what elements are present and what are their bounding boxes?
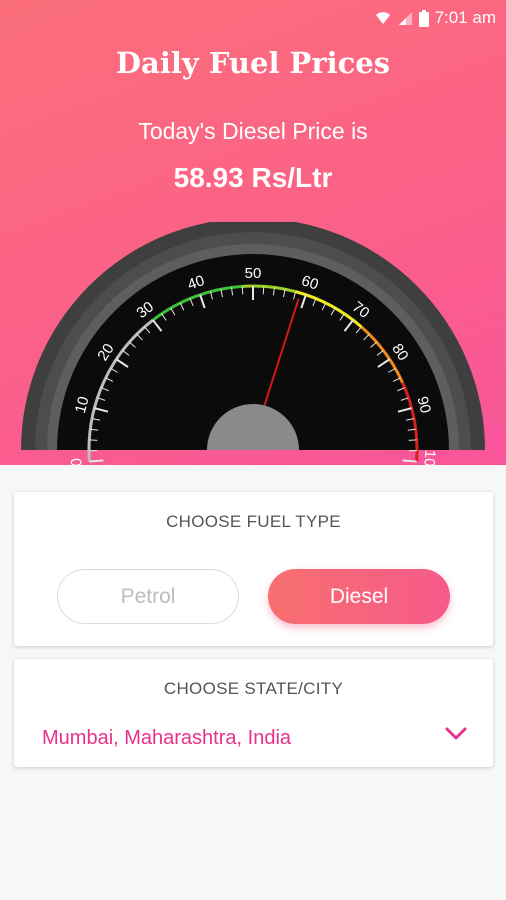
petrol-button[interactable]: Petrol [57,569,239,624]
gauge-tick-label: 100 [420,449,439,465]
chevron-down-icon [445,727,467,740]
fuel-type-title: CHOOSE FUEL TYPE [166,512,341,531]
fuel-type-card: CHOOSE FUEL TYPE Petrol Diesel [14,492,493,646]
gauge-minor-tick [262,286,265,295]
gauge-tick-label: 50 [245,265,262,282]
location-card: CHOOSE STATE/CITY Mumbai, Maharashtra, I… [14,659,493,767]
header: 7:01 am Daily Fuel Prices Today's Diesel… [0,0,506,465]
status-bar: 7:01 am [0,0,506,36]
gauge-major-tick [89,459,104,463]
gauge-major-tick [402,459,417,463]
location-title: CHOOSE STATE/CITY [163,679,344,698]
battery-icon [418,9,429,27]
petrol-button-label: Petrol [120,584,176,608]
gauge-tick-label: 0 [68,458,86,465]
price-subtitle: Today's Diesel Price is [138,118,368,144]
gauge-minor-tick [241,286,244,295]
city-dropdown-value: Mumbai, Maharashtra, India [42,727,292,749]
city-dropdown[interactable]: Mumbai, Maharashtra, India [14,717,493,757]
speedometer-gauge: 010203040 50 60708090100 [21,222,485,465]
app-title: Daily Fuel Prices [115,46,391,80]
signal-icon [398,12,412,25]
wifi-icon [375,12,390,24]
fuel-price: 58.93 Rs/Ltr [173,162,333,193]
status-time: 7:01 am [434,8,496,27]
diesel-button-label: Diesel [329,584,389,608]
diesel-button[interactable]: Diesel [268,569,450,624]
